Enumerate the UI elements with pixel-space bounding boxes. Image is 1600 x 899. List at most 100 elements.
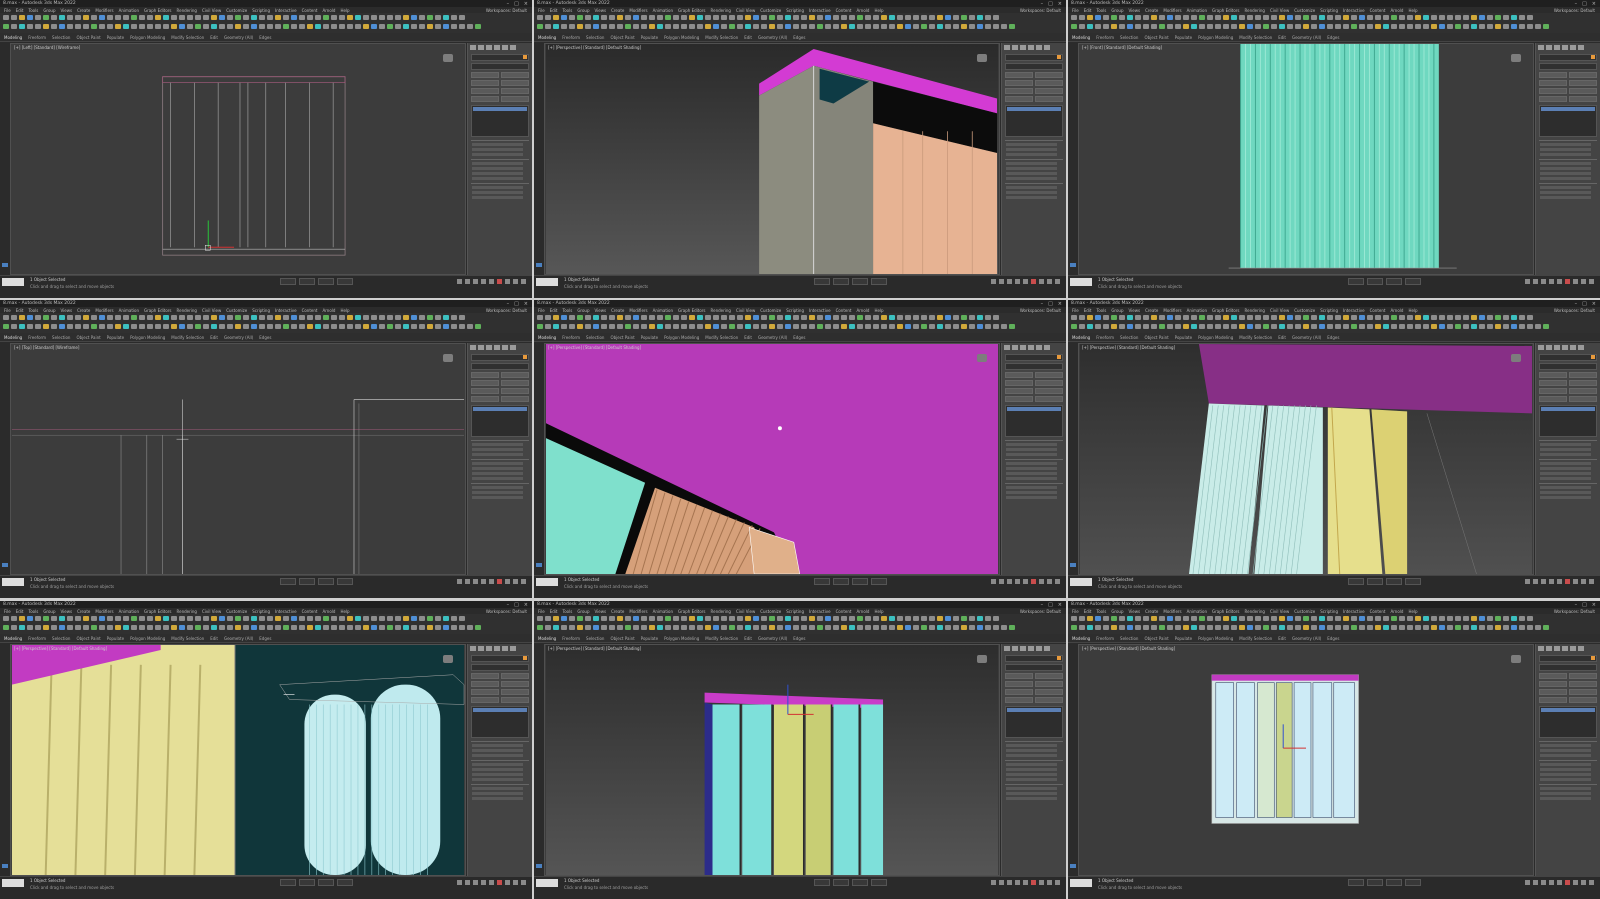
ribbon-tab[interactable]: Populate (1175, 636, 1192, 641)
toolbar-tool-icon[interactable] (371, 324, 377, 329)
toolbar-tool-icon[interactable] (1463, 24, 1469, 29)
toolbar-tool-icon[interactable] (617, 24, 623, 29)
toolbar-tool-icon[interactable] (107, 324, 113, 329)
menu-item[interactable]: Animation (653, 609, 673, 614)
toolbar-tool-icon[interactable] (1255, 315, 1261, 320)
toolbar-tool-icon[interactable] (1271, 625, 1277, 630)
toolbar-tool-icon[interactable] (1287, 324, 1293, 329)
toolbar-tool-icon[interactable] (921, 616, 927, 621)
modifier-stack[interactable] (1005, 706, 1063, 738)
toolbar-tool-icon[interactable] (569, 24, 575, 29)
toolbar-tool-icon[interactable] (1215, 324, 1221, 329)
toolbar-tool-icon[interactable] (1439, 625, 1445, 630)
menu-item[interactable]: File (4, 8, 11, 13)
menu-item[interactable]: Graph Editors (678, 308, 705, 313)
toolbar-tool-icon[interactable] (179, 24, 185, 29)
toolbar-tool-icon[interactable] (633, 15, 639, 20)
toolbar-tool-icon[interactable] (35, 15, 41, 20)
toolbar-tool-icon[interactable] (1479, 15, 1485, 20)
toolbar-tool-icon[interactable] (689, 15, 695, 20)
toolbar-tool-icon[interactable] (195, 24, 201, 29)
toolbar-tool-icon[interactable] (617, 324, 623, 329)
toolbar-tool-icon[interactable] (1151, 625, 1157, 630)
toolbar-tool-icon[interactable] (961, 315, 967, 320)
toolbar-tool-icon[interactable] (969, 315, 975, 320)
toolbar-tool-icon[interactable] (1287, 24, 1293, 29)
toolbar-tool-icon[interactable] (681, 24, 687, 29)
toolbar-tool-icon[interactable] (1087, 315, 1093, 320)
toolbar-tool-icon[interactable] (355, 15, 361, 20)
toolbar-tool-icon[interactable] (275, 324, 281, 329)
toolbar-tool-icon[interactable] (1103, 324, 1109, 329)
toolbar-tool-icon[interactable] (705, 324, 711, 329)
toolbar-tool-icon[interactable] (403, 24, 409, 29)
minimize-icon[interactable]: – (507, 301, 510, 307)
toolbar-tool-icon[interactable] (195, 625, 201, 630)
menu-item[interactable]: Group (577, 308, 589, 313)
ribbon-subtab[interactable]: Modify Selection (705, 636, 738, 641)
toolbar-tool-icon[interactable] (219, 324, 225, 329)
menu-item[interactable]: Customize (760, 8, 781, 13)
toolbar-tool-icon[interactable] (1095, 24, 1101, 29)
modifier-button[interactable] (501, 681, 529, 687)
toolbar-tool-icon[interactable] (1439, 616, 1445, 621)
toolbar-tool-icon[interactable] (1471, 315, 1477, 320)
menu-item[interactable]: Arnold (322, 609, 335, 614)
toolbar-tool-icon[interactable] (897, 324, 903, 329)
modifier-button[interactable] (501, 697, 529, 703)
toolbar-tool-icon[interactable] (937, 324, 943, 329)
toolbar-tool-icon[interactable] (689, 24, 695, 29)
toolbar-tool-icon[interactable] (115, 625, 121, 630)
object-color-swatch[interactable] (523, 656, 527, 660)
toolbar-tool-icon[interactable] (833, 24, 839, 29)
toolbar-tool-icon[interactable] (155, 625, 161, 630)
toolbar-tool-icon[interactable] (865, 616, 871, 621)
toolbar-tool-icon[interactable] (689, 625, 695, 630)
ribbon-subtab[interactable]: Edit (1278, 35, 1286, 40)
toolbar-tool-icon[interactable] (1327, 616, 1333, 621)
toolbar-tool-icon[interactable] (323, 315, 329, 320)
toolbar-tool-icon[interactable] (243, 24, 249, 29)
toolbar-tool-icon[interactable] (1375, 24, 1381, 29)
toolbar-tool-icon[interactable] (27, 315, 33, 320)
toolbar-tool-icon[interactable] (1127, 324, 1133, 329)
menu-item[interactable]: Rendering (1245, 308, 1265, 313)
toolbar-tool-icon[interactable] (1519, 15, 1525, 20)
set-key-icon[interactable] (497, 880, 502, 885)
toolbar-tool-icon[interactable] (921, 625, 927, 630)
toolbar-tool-icon[interactable] (1407, 616, 1413, 621)
toolbar-tool-icon[interactable] (577, 24, 583, 29)
toolbar-tool-icon[interactable] (769, 324, 775, 329)
workspace-selector[interactable]: Workspaces: Default (1020, 308, 1066, 313)
toolbar-tool-icon[interactable] (1111, 315, 1117, 320)
toolbar-tool-icon[interactable] (1199, 315, 1205, 320)
menu-item[interactable]: Graph Editors (1212, 308, 1239, 313)
toolbar-tool-icon[interactable] (67, 315, 73, 320)
toolbar-tool-icon[interactable] (459, 324, 465, 329)
goto-start-icon[interactable] (991, 880, 996, 885)
toolbar-tool-icon[interactable] (1135, 24, 1141, 29)
ribbon-subtab[interactable]: Edges (1327, 636, 1339, 641)
viewport[interactable]: [+] [Perspective] [Standard] [Default Sh… (544, 43, 1000, 275)
modifier-button[interactable] (501, 396, 529, 402)
viewport[interactable]: [+] [Perspective] [Standard] [Default Sh… (1078, 644, 1534, 876)
toolbar-tool-icon[interactable] (561, 15, 567, 20)
toolbar-tool-icon[interactable] (1119, 324, 1125, 329)
toolbar-tool-icon[interactable] (857, 616, 863, 621)
toolbar-tool-icon[interactable] (283, 625, 289, 630)
toolbar-tool-icon[interactable] (785, 15, 791, 20)
next-frame-icon[interactable] (1549, 880, 1554, 885)
toolbar-tool-icon[interactable] (107, 625, 113, 630)
toolbar-tool-icon[interactable] (1503, 24, 1509, 29)
toolbar-tool-icon[interactable] (665, 15, 671, 20)
modifier-button[interactable] (501, 72, 529, 78)
toolbar-tool-icon[interactable] (777, 616, 783, 621)
toolbar-tool-icon[interactable] (1399, 315, 1405, 320)
toolbar-tool-icon[interactable] (451, 15, 457, 20)
menu-item[interactable]: Views (61, 609, 73, 614)
menu-item[interactable]: Modifiers (95, 609, 113, 614)
toolbar-tool-icon[interactable] (561, 616, 567, 621)
modifier-button[interactable] (1035, 380, 1063, 386)
toolbar-tool-icon[interactable] (841, 324, 847, 329)
viewport-label[interactable]: [+] [Perspective] [Standard] [Default Sh… (548, 646, 641, 651)
